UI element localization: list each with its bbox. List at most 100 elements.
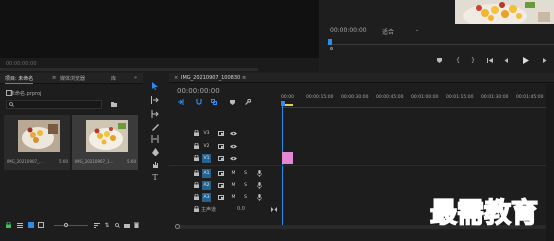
solo-button[interactable]: S [241, 169, 250, 178]
track-v1-header: V1 [189, 153, 281, 164]
new-bin-icon[interactable] [110, 101, 118, 108]
timeline-scroll-handle-start[interactable] [175, 224, 180, 229]
track-lock-icon[interactable] [192, 205, 200, 213]
search-input[interactable] [6, 100, 102, 109]
track-select-tool-icon[interactable] [150, 95, 160, 105]
track-lock-icon[interactable] [192, 193, 200, 201]
go-to-end-icon[interactable] [270, 205, 278, 213]
eye-icon[interactable] [229, 129, 237, 137]
hand-tool-icon[interactable] [150, 160, 160, 170]
step-forward-icon[interactable] [540, 56, 548, 64]
solo-button[interactable]: S [241, 193, 250, 202]
ruler-label: 00:00 [281, 95, 294, 100]
tab-project[interactable]: 项目: 未命名 [5, 75, 34, 84]
sync-lock-icon[interactable] [217, 181, 225, 189]
type-tool-icon[interactable]: T [150, 172, 160, 182]
solo-button[interactable]: S [241, 181, 250, 190]
clip-name: IMG_20210907_... [7, 159, 43, 164]
track-lock-icon[interactable] [192, 129, 200, 137]
track-target[interactable]: V1 [202, 154, 211, 163]
zoom-slider-handle[interactable] [64, 223, 68, 227]
tab-sequence-menu-icon[interactable]: ≡ [242, 75, 246, 81]
tab-sequence[interactable]: IMG_20210907_100830 [181, 75, 240, 81]
project-file-name: 未命名.prproj [10, 91, 42, 97]
new-item-icon[interactable] [123, 221, 131, 229]
fit-dropdown-chevron-icon[interactable]: ⌄ [415, 27, 419, 33]
go-to-in-icon[interactable] [486, 56, 494, 64]
selection-tool-icon[interactable] [150, 81, 160, 91]
sync-lock-icon[interactable] [217, 193, 225, 201]
program-ruler[interactable] [327, 39, 554, 45]
nest-icon[interactable] [177, 98, 185, 106]
play-icon[interactable] [521, 55, 531, 65]
snap-icon[interactable] [195, 98, 203, 106]
automate-icon[interactable]: ⇅ [103, 221, 111, 229]
sync-lock-icon[interactable] [217, 142, 225, 150]
freeform-view-icon[interactable] [37, 221, 45, 229]
sync-lock-icon[interactable] [217, 154, 225, 162]
timeline-timecode[interactable]: 00:00:00:00 [177, 87, 220, 95]
source-scrollbar[interactable] [0, 68, 258, 71]
eye-icon[interactable] [229, 142, 237, 150]
razor-tool-icon[interactable] [150, 122, 160, 132]
ruler-label: 00:00:30:00 [341, 95, 369, 100]
program-timecode[interactable]: 00:00:00:00 [330, 27, 367, 34]
ruler-label: 00:01:30:00 [481, 95, 509, 100]
track-target[interactable]: A3 [202, 193, 211, 202]
track-target[interactable]: A2 [202, 181, 211, 190]
track-lock-icon[interactable] [192, 169, 200, 177]
video-clip[interactable] [282, 152, 293, 164]
track-lock-icon[interactable] [192, 154, 200, 162]
microphone-icon[interactable] [255, 169, 263, 177]
track-target[interactable]: V2 [202, 142, 211, 151]
source-monitor: 00:00:00:00 [0, 0, 319, 72]
ruler-label: 00:00:15:00 [306, 95, 334, 100]
icon-view-icon[interactable] [27, 221, 35, 229]
program-scroll-handle[interactable] [330, 47, 333, 50]
list-view-icon[interactable] [16, 221, 24, 229]
slip-tool-icon[interactable] [150, 134, 160, 144]
track-target[interactable]: V3 [202, 129, 211, 138]
track-lock-icon[interactable] [192, 142, 200, 150]
wrench-icon[interactable] [244, 98, 252, 106]
track-lock-icon[interactable] [192, 181, 200, 189]
find-icon[interactable] [113, 221, 121, 229]
track-target[interactable]: A1 [202, 169, 211, 178]
project-clip-tile[interactable]: IMG_20210907_1... 5:00 [72, 115, 138, 170]
playhead-line [282, 106, 283, 228]
fit-dropdown[interactable]: 适合 [382, 27, 394, 36]
tab-media-browser[interactable]: 媒体浏览器 [60, 75, 85, 82]
sort-icon[interactable] [93, 221, 101, 229]
mute-button[interactable]: M [229, 181, 238, 190]
sync-lock-icon[interactable] [217, 129, 225, 137]
mark-in-icon[interactable]: { [454, 56, 462, 64]
project-panel: 项目: 未命名 ≡ 媒体浏览器 库 » 未命名.prproj IMG_20210… [0, 73, 143, 241]
add-marker-timeline-icon[interactable] [228, 98, 236, 106]
mark-out-icon[interactable]: } [469, 56, 477, 64]
mute-button[interactable]: M [229, 193, 238, 202]
source-timecode[interactable]: 00:00:00:00 [6, 61, 37, 67]
master-track-label: 主声道 [201, 207, 217, 213]
pen-tool-icon[interactable] [150, 147, 160, 157]
eye-icon[interactable] [229, 154, 237, 162]
clear-icon[interactable] [132, 221, 140, 229]
add-marker-icon[interactable] [435, 56, 443, 64]
master-volume-value[interactable]: 0.0 [237, 206, 245, 212]
step-back-icon[interactable] [502, 56, 510, 64]
tab-libraries[interactable]: 库 [111, 75, 116, 82]
track-a2-header: A2 M S [189, 180, 281, 191]
lock-icon[interactable] [4, 221, 12, 229]
linked-selection-icon[interactable] [210, 98, 218, 106]
tab-project-menu-icon[interactable]: ≡ [52, 75, 56, 81]
timeline-close-icon[interactable]: × [174, 75, 178, 81]
clip-duration: 5:00 [59, 159, 68, 164]
ripple-edit-tool-icon[interactable] [150, 109, 160, 119]
panel-overflow-icon[interactable]: » [134, 75, 137, 81]
sync-lock-icon[interactable] [217, 169, 225, 177]
project-clip-tile[interactable]: IMG_20210907_... 5:00 [4, 115, 70, 170]
program-playhead-icon[interactable] [328, 39, 332, 45]
microphone-icon[interactable] [255, 181, 263, 189]
mute-button[interactable]: M [229, 169, 238, 178]
microphone-icon[interactable] [255, 193, 263, 201]
zoom-slider[interactable] [54, 225, 88, 226]
